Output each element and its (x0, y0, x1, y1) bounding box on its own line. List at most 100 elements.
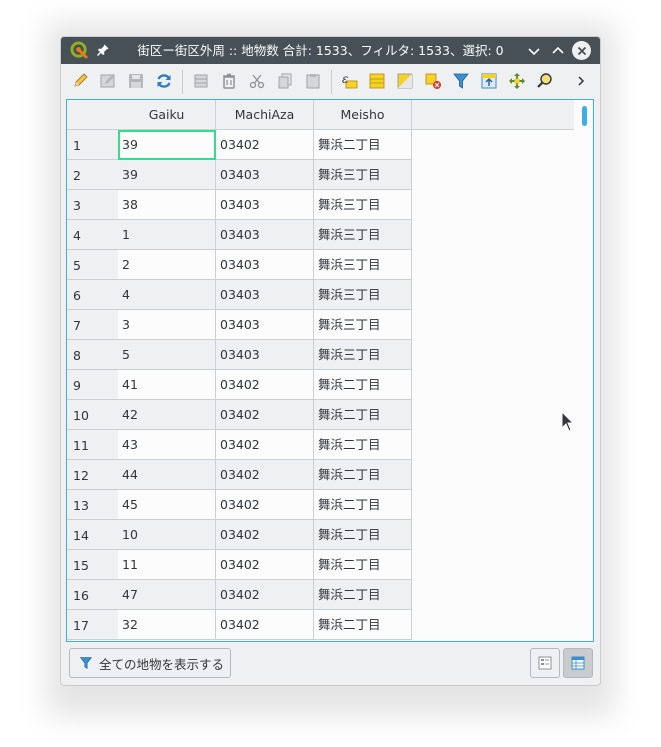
row-number-header[interactable]: 8 (67, 340, 118, 370)
machiaza-cell[interactable]: 03403 (216, 280, 314, 310)
meisho-cell[interactable]: 舞浜二丁目 (314, 490, 412, 520)
gaiku-cell[interactable]: 45 (118, 490, 216, 520)
table-row[interactable]: 16 47 03402 舞浜二丁目 (67, 580, 575, 610)
gaiku-cell[interactable]: 47 (118, 580, 216, 610)
row-number-header[interactable]: 14 (67, 520, 118, 550)
row-number-header[interactable]: 5 (67, 250, 118, 280)
machiaza-cell[interactable]: 03403 (216, 340, 314, 370)
table-row[interactable]: 10 42 03402 舞浜二丁目 (67, 400, 575, 430)
machiaza-cell[interactable]: 03402 (216, 490, 314, 520)
save-edits-button[interactable] (126, 71, 146, 91)
select-all-button[interactable] (367, 71, 387, 91)
machiaza-cell[interactable]: 03402 (216, 460, 314, 490)
minimize-button[interactable] (524, 41, 543, 60)
machiaza-cell[interactable]: 03403 (216, 250, 314, 280)
gaiku-cell[interactable]: 10 (118, 520, 216, 550)
machiaza-cell[interactable]: 03402 (216, 130, 314, 160)
gaiku-cell[interactable]: 44 (118, 460, 216, 490)
machiaza-cell[interactable]: 03402 (216, 520, 314, 550)
meisho-cell[interactable]: 舞浜三丁目 (314, 340, 412, 370)
column-header-meisho[interactable]: Meisho (314, 100, 412, 130)
invert-selection-button[interactable] (395, 71, 415, 91)
machiaza-cell[interactable]: 03402 (216, 400, 314, 430)
table-corner-header[interactable] (67, 100, 118, 130)
row-number-header[interactable]: 7 (67, 310, 118, 340)
table-row[interactable]: 6 4 03403 舞浜三丁目 (67, 280, 575, 310)
table-row[interactable]: 3 38 03403 舞浜三丁目 (67, 190, 575, 220)
meisho-cell[interactable]: 舞浜三丁目 (314, 310, 412, 340)
meisho-cell[interactable]: 舞浜二丁目 (314, 520, 412, 550)
meisho-cell[interactable]: 舞浜二丁目 (314, 460, 412, 490)
multi-edit-button[interactable] (98, 71, 118, 91)
gaiku-cell[interactable]: 5 (118, 340, 216, 370)
table-row[interactable]: 14 10 03402 舞浜二丁目 (67, 520, 575, 550)
meisho-cell[interactable]: 舞浜三丁目 (314, 160, 412, 190)
meisho-cell[interactable]: 舞浜二丁目 (314, 130, 412, 160)
gaiku-cell[interactable]: 39 (118, 160, 216, 190)
filter-button[interactable] (451, 71, 471, 91)
select-by-expression-button[interactable]: ε (339, 71, 359, 91)
zoom-to-selection-button[interactable] (535, 71, 555, 91)
cut-button[interactable] (247, 71, 267, 91)
row-number-header[interactable]: 9 (67, 370, 118, 400)
machiaza-cell[interactable]: 03402 (216, 580, 314, 610)
meisho-cell[interactable]: 舞浜二丁目 (314, 400, 412, 430)
pin-icon[interactable] (96, 43, 110, 57)
machiaza-cell[interactable]: 03403 (216, 220, 314, 250)
row-number-header[interactable]: 15 (67, 550, 118, 580)
gaiku-cell[interactable]: 2 (118, 250, 216, 280)
delete-feature-button[interactable] (219, 71, 239, 91)
row-number-header[interactable]: 13 (67, 490, 118, 520)
scrollbar-thumb[interactable] (582, 106, 587, 126)
reload-button[interactable] (154, 71, 174, 91)
add-feature-button[interactable] (191, 71, 211, 91)
gaiku-cell[interactable]: 42 (118, 400, 216, 430)
close-button[interactable] (572, 41, 591, 60)
table-row[interactable]: 15 11 03402 舞浜二丁目 (67, 550, 575, 580)
machiaza-cell[interactable]: 03402 (216, 610, 314, 640)
table-row[interactable]: 8 5 03403 舞浜三丁目 (67, 340, 575, 370)
table-row[interactable]: 7 3 03403 舞浜三丁目 (67, 310, 575, 340)
toggle-editing-button[interactable] (70, 71, 90, 91)
gaiku-cell[interactable]: 32 (118, 610, 216, 640)
machiaza-cell[interactable]: 03402 (216, 430, 314, 460)
deselect-button[interactable] (423, 71, 443, 91)
meisho-cell[interactable]: 舞浜三丁目 (314, 250, 412, 280)
table-row[interactable]: 9 41 03402 舞浜二丁目 (67, 370, 575, 400)
row-number-header[interactable]: 4 (67, 220, 118, 250)
pan-to-selection-button[interactable] (507, 71, 527, 91)
table-row[interactable]: 12 44 03402 舞浜二丁目 (67, 460, 575, 490)
meisho-cell[interactable]: 舞浜三丁目 (314, 190, 412, 220)
meisho-cell[interactable]: 舞浜二丁目 (314, 430, 412, 460)
gaiku-cell[interactable]: 38 (118, 190, 216, 220)
paste-button[interactable] (303, 71, 323, 91)
gaiku-cell[interactable]: 1 (118, 220, 216, 250)
table-row[interactable]: 11 43 03402 舞浜二丁目 (67, 430, 575, 460)
gaiku-cell[interactable]: 41 (118, 370, 216, 400)
row-number-header[interactable]: 6 (67, 280, 118, 310)
machiaza-cell[interactable]: 03403 (216, 160, 314, 190)
gaiku-cell[interactable]: 4 (118, 280, 216, 310)
row-number-header[interactable]: 3 (67, 190, 118, 220)
table-row[interactable]: 2 39 03403 舞浜三丁目 (67, 160, 575, 190)
table-row[interactable]: 4 1 03403 舞浜三丁目 (67, 220, 575, 250)
show-all-features-button[interactable]: 全ての地物を表示する (69, 648, 231, 678)
vertical-scrollbar[interactable] (574, 100, 593, 641)
row-number-header[interactable]: 2 (67, 160, 118, 190)
copy-button[interactable] (275, 71, 295, 91)
machiaza-cell[interactable]: 03403 (216, 310, 314, 340)
table-view-button[interactable] (563, 648, 593, 678)
meisho-cell[interactable]: 舞浜二丁目 (314, 610, 412, 640)
table-row[interactable]: 5 2 03403 舞浜三丁目 (67, 250, 575, 280)
row-number-header[interactable]: 11 (67, 430, 118, 460)
table-row[interactable]: 17 32 03402 舞浜二丁目 (67, 610, 575, 640)
machiaza-cell[interactable]: 03403 (216, 190, 314, 220)
machiaza-cell[interactable]: 03402 (216, 370, 314, 400)
meisho-cell[interactable]: 舞浜二丁目 (314, 580, 412, 610)
gaiku-cell[interactable]: 3 (118, 310, 216, 340)
row-number-header[interactable]: 17 (67, 610, 118, 640)
row-number-header[interactable]: 16 (67, 580, 118, 610)
meisho-cell[interactable]: 舞浜三丁目 (314, 280, 412, 310)
meisho-cell[interactable]: 舞浜二丁目 (314, 370, 412, 400)
meisho-cell[interactable]: 舞浜三丁目 (314, 220, 412, 250)
